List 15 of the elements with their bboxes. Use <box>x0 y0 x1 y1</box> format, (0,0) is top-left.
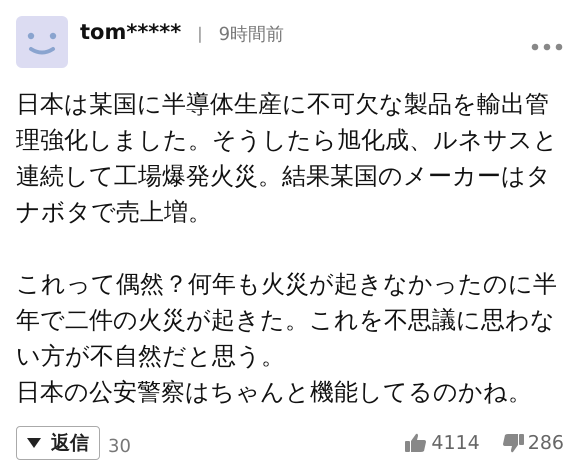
username[interactable]: tom***** <box>80 20 182 44</box>
timestamp: 9時間前 <box>218 23 284 46</box>
dislike-button[interactable]: 286 <box>502 432 564 454</box>
more-icon[interactable] <box>530 42 564 52</box>
comment-text: 日本の公安警察はちゃんと機能してるのかね。 <box>16 377 533 408</box>
thumbs-down-icon <box>502 432 524 454</box>
like-button[interactable]: 4114 <box>405 432 480 454</box>
reply-count: 30 <box>108 436 131 456</box>
separator: | <box>197 24 203 43</box>
avatar-icon <box>16 16 68 68</box>
reply-button[interactable]: 返信 <box>16 426 100 460</box>
comment-text: 日本は某国に半導体生産に不可欠な製品を輸出管理強化しました。そうしたら旭化成、ルネサスと連続して工場爆発火災。結果某国のメーカーはタナボタで売上増。 <box>16 89 559 228</box>
comment-text: これって偶然？何年も火災が起きなかったのに半年で二件の火災が起きた。これを不思議に思わない方が不自然だと思う。 <box>16 269 558 372</box>
triangle-down-icon <box>27 438 41 448</box>
thumbs-up-icon <box>405 432 428 454</box>
